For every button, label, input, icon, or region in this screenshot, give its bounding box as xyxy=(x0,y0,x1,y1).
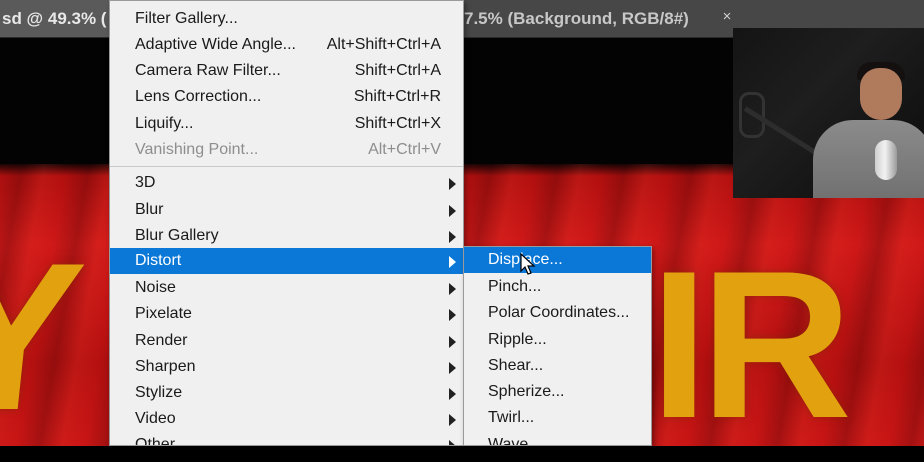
menu-item-label: Sharpen xyxy=(135,358,196,375)
menu-item-label: Twirl... xyxy=(488,409,535,426)
menu-item-displace[interactable]: Displace... xyxy=(464,247,651,273)
menu-item-blur-gallery[interactable]: Blur Gallery xyxy=(110,223,463,249)
menu-item-lens-correction[interactable]: Lens Correction... Shift+Ctrl+R xyxy=(110,84,463,110)
menu-item-wave[interactable]: Wave... xyxy=(464,432,651,446)
menu-item-label: Filter Gallery... xyxy=(135,10,238,27)
menu-item-video[interactable]: Video xyxy=(110,406,463,432)
submenu-arrow-icon xyxy=(449,362,456,374)
menu-item-polar-coordinates[interactable]: Polar Coordinates... xyxy=(464,300,651,326)
menu-item-pixelate[interactable]: Pixelate xyxy=(110,301,463,327)
presenter-head xyxy=(860,68,902,120)
menu-item-label: Distort xyxy=(135,252,182,269)
menu-item-3d[interactable]: 3D xyxy=(110,170,463,196)
menu-item-label: Wave... xyxy=(488,436,542,446)
menu-separator xyxy=(110,166,463,167)
submenu-arrow-icon xyxy=(449,283,456,295)
menu-item-label: Pixelate xyxy=(135,305,192,322)
presenter-body xyxy=(813,120,924,198)
document-tab-title: sd @ 49.3% ( xyxy=(2,9,107,28)
microphone-icon xyxy=(875,140,897,180)
menu-item-label: Noise xyxy=(135,279,176,296)
filter-menu: Filter Gallery... Adaptive Wide Angle...… xyxy=(109,0,464,446)
menu-item-liquify[interactable]: Liquify... Shift+Ctrl+X xyxy=(110,111,463,137)
menu-item-label: Pinch... xyxy=(488,278,542,295)
menu-item-other[interactable]: Other xyxy=(110,432,463,446)
webcam-overlay xyxy=(733,28,924,198)
menu-item-label: Video xyxy=(135,410,176,427)
menu-item-label: Camera Raw Filter... xyxy=(135,62,281,79)
document-tab-title-2[interactable]: 7.5% (Background, RGB/8#) xyxy=(464,0,689,37)
menu-item-vanishing-point: Vanishing Point... Alt+Ctrl+V xyxy=(110,137,463,163)
menu-item-label: Shear... xyxy=(488,357,544,374)
menu-item-shortcut: Alt+Ctrl+V xyxy=(368,141,441,158)
menu-item-pinch[interactable]: Pinch... xyxy=(464,274,651,300)
menu-item-label: Vanishing Point... xyxy=(135,141,259,158)
menu-item-filter-gallery[interactable]: Filter Gallery... xyxy=(110,6,463,32)
menu-item-label: Ripple... xyxy=(488,331,547,348)
menu-item-label: Polar Coordinates... xyxy=(488,304,630,321)
menu-item-shortcut: Alt+Shift+Ctrl+A xyxy=(326,36,441,53)
menu-item-shortcut: Shift+Ctrl+R xyxy=(353,88,441,105)
menu-item-render[interactable]: Render xyxy=(110,328,463,354)
menu-item-shear[interactable]: Shear... xyxy=(464,353,651,379)
menu-item-label: Adaptive Wide Angle... xyxy=(135,36,296,53)
submenu-arrow-icon xyxy=(449,256,456,268)
submenu-arrow-icon xyxy=(449,231,456,243)
submenu-arrow-icon xyxy=(449,178,456,190)
menu-item-label: Liquify... xyxy=(135,115,194,132)
submenu-arrow-icon xyxy=(449,440,456,445)
menu-item-camera-raw-filter[interactable]: Camera Raw Filter... Shift+Ctrl+A xyxy=(110,58,463,84)
mouse-cursor-icon xyxy=(520,253,536,275)
menu-item-label: 3D xyxy=(135,174,156,191)
submenu-arrow-icon xyxy=(449,414,456,426)
menu-item-label: Blur xyxy=(135,201,164,218)
menu-item-label: Spherize... xyxy=(488,383,565,400)
submenu-arrow-icon xyxy=(449,388,456,400)
distort-submenu: Displace... Pinch... Polar Coordinates..… xyxy=(463,246,652,446)
flag-text-right: IR xyxy=(650,227,852,462)
menu-item-spherize[interactable]: Spherize... xyxy=(464,379,651,405)
menu-item-stylize[interactable]: Stylize xyxy=(110,380,463,406)
menu-item-shortcut: Shift+Ctrl+X xyxy=(354,115,441,132)
menu-item-label: Lens Correction... xyxy=(135,88,262,105)
submenu-arrow-icon xyxy=(449,205,456,217)
menu-item-adaptive-wide-angle[interactable]: Adaptive Wide Angle... Alt+Shift+Ctrl+A xyxy=(110,32,463,58)
document-tab-active[interactable]: sd @ 49.3% ( xyxy=(0,0,114,37)
menu-item-shortcut: Shift+Ctrl+A xyxy=(354,62,441,79)
menu-item-ripple[interactable]: Ripple... xyxy=(464,327,651,353)
menu-item-sharpen[interactable]: Sharpen xyxy=(110,354,463,380)
submenu-arrow-icon xyxy=(449,309,456,321)
menu-item-twirl[interactable]: Twirl... xyxy=(464,405,651,431)
menu-item-label: Stylize xyxy=(135,384,183,401)
menu-item-label: Other xyxy=(135,436,176,446)
menu-item-noise[interactable]: Noise xyxy=(110,275,463,301)
menu-item-distort[interactable]: Distort xyxy=(110,248,463,274)
menu-item-label: Blur Gallery xyxy=(135,227,219,244)
menu-item-blur[interactable]: Blur xyxy=(110,197,463,223)
submenu-arrow-icon xyxy=(449,336,456,348)
menu-item-label: Render xyxy=(135,332,188,349)
